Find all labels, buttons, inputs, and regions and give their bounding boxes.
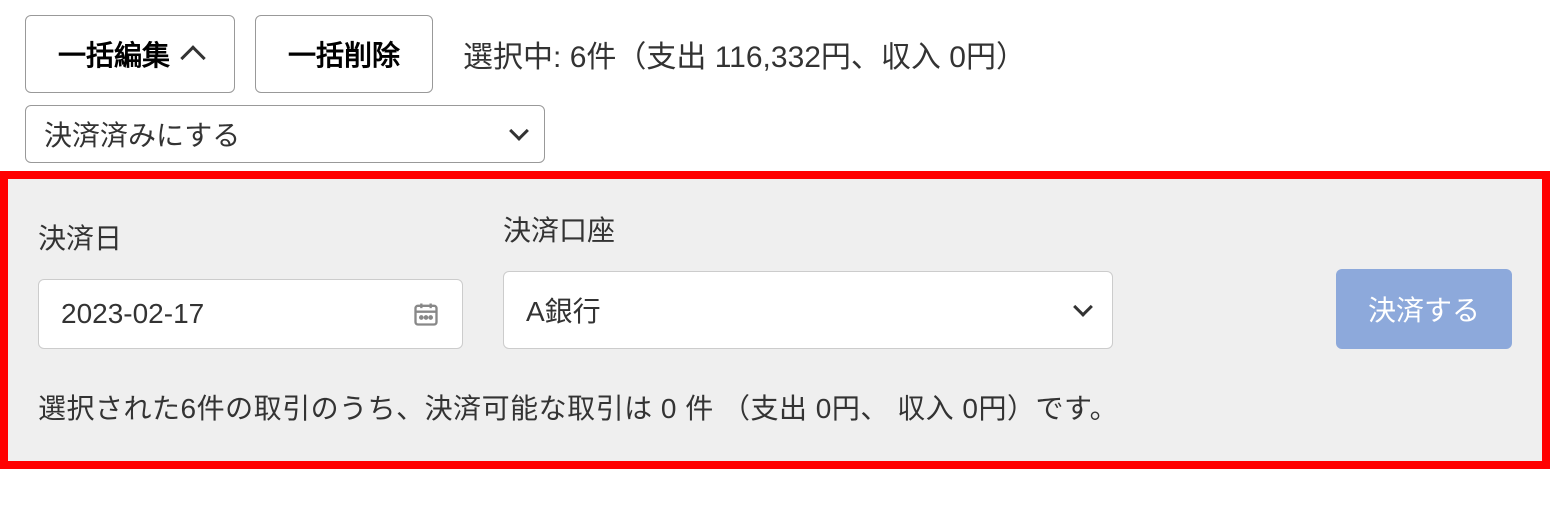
settle-button[interactable]: 決済する [1336, 269, 1512, 349]
settlement-date-label: 決済日 [38, 217, 463, 257]
settlement-note: 選択された6件の取引のうち、決済可能な取引は 0 件 （支出 0円、 収入 0円… [38, 387, 1512, 427]
bulk-edit-label: 一括編集 [58, 34, 170, 74]
bulk-action-select[interactable]: 決済済みにする [25, 105, 545, 163]
bulk-edit-button[interactable]: 一括編集 [25, 15, 235, 93]
bulk-delete-button[interactable]: 一括削除 [255, 15, 433, 93]
chevron-up-icon [180, 45, 205, 70]
calendar-icon [412, 300, 440, 328]
settlement-account-select[interactable]: A銀行 [503, 271, 1113, 349]
chevron-down-icon [509, 121, 529, 141]
bulk-action-value: 決済済みにする [44, 114, 240, 154]
settle-button-label: 決済する [1368, 295, 1480, 326]
settlement-account-value: A銀行 [526, 290, 601, 330]
settlement-date-input[interactable]: 2023-02-17 [38, 279, 463, 349]
bulk-delete-label: 一括削除 [288, 34, 400, 74]
settlement-account-label: 決済口座 [503, 209, 1113, 249]
selection-summary: 選択中: 6件（支出 116,332円、収入 0円） [463, 32, 1026, 76]
settlement-date-value: 2023-02-17 [61, 298, 204, 330]
chevron-down-icon [1073, 297, 1093, 317]
settlement-panel: 決済日 2023-02-17 [0, 171, 1550, 469]
